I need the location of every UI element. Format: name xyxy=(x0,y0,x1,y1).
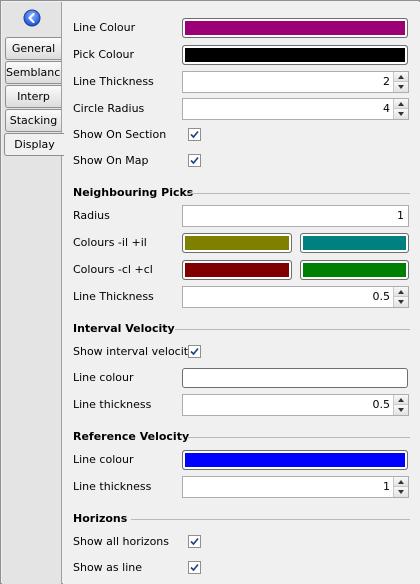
radius-input[interactable]: 1 xyxy=(182,205,409,227)
show-all-horizons-checkbox[interactable] xyxy=(188,535,201,548)
radius-label: Radius xyxy=(73,209,110,222)
section-divider xyxy=(131,519,410,520)
spin-up-icon[interactable] xyxy=(394,395,408,405)
spin-down-icon[interactable] xyxy=(394,297,408,307)
spin-down-icon[interactable] xyxy=(394,487,408,497)
interval-velocity-header: Interval Velocity xyxy=(73,322,175,335)
plus-il-colour-swatch[interactable] xyxy=(300,233,409,253)
show-as-line-checkbox[interactable] xyxy=(188,561,201,574)
interval-line-thickness-spinner[interactable]: 0.5 xyxy=(182,394,409,416)
line-colour-label: Line Colour xyxy=(73,21,136,34)
minus-il-colour-swatch[interactable] xyxy=(182,233,292,253)
tab-stacking[interactable]: Stacking xyxy=(5,109,61,132)
checkmark-icon xyxy=(190,156,199,165)
interval-line-thickness-label: Line thickness xyxy=(73,398,152,411)
spin-up-icon[interactable] xyxy=(394,477,408,487)
circle-radius-value: 4 xyxy=(383,102,390,115)
show-all-horizons-label: Show all horizons xyxy=(73,535,170,548)
line-thickness-label: Line Thickness xyxy=(73,75,154,88)
show-on-section-checkbox[interactable] xyxy=(188,128,201,141)
reference-line-thickness-value: 1 xyxy=(383,480,390,493)
neighbour-line-thickness-value: 0.5 xyxy=(372,290,391,303)
show-interval-velocity-checkbox[interactable] xyxy=(188,345,201,358)
tab-general[interactable]: General xyxy=(5,37,61,60)
circle-radius-label: Circle Radius xyxy=(73,102,145,115)
back-button[interactable] xyxy=(23,9,41,27)
section-divider xyxy=(187,193,410,194)
spin-down-icon[interactable] xyxy=(394,405,408,415)
colours-il-label: Colours -il +il xyxy=(73,236,147,249)
reference-line-thickness-label: Line thickness xyxy=(73,480,152,493)
line-colour-swatch[interactable] xyxy=(182,18,408,38)
checkmark-icon xyxy=(190,537,199,546)
back-arrow-icon xyxy=(23,9,41,27)
tab-interp[interactable]: Interp xyxy=(5,85,61,108)
reference-line-thickness-spinner[interactable]: 1 xyxy=(182,476,409,498)
show-on-map-label: Show On Map xyxy=(73,154,149,167)
interval-line-colour-label: Line colour xyxy=(73,371,134,384)
display-settings-panel: Line Colour Pick Colour Line Thickness 2… xyxy=(63,2,420,584)
spin-down-icon[interactable] xyxy=(394,82,408,92)
reference-line-colour-swatch[interactable] xyxy=(182,450,408,470)
tab-semblance[interactable]: Semblance xyxy=(5,61,61,84)
reference-line-colour-label: Line colour xyxy=(73,453,134,466)
show-as-line-label: Show as line xyxy=(73,561,142,574)
checkmark-icon xyxy=(190,563,199,572)
circle-radius-spinner[interactable]: 4 xyxy=(182,98,409,120)
spin-up-icon[interactable] xyxy=(394,287,408,297)
section-divider xyxy=(187,437,410,438)
tab-display[interactable]: Display xyxy=(4,133,64,156)
show-on-section-label: Show On Section xyxy=(73,128,167,141)
minus-cl-colour-swatch[interactable] xyxy=(182,260,292,280)
neighbouring-picks-header: Neighbouring Picks xyxy=(73,186,194,199)
pick-colour-label: Pick Colour xyxy=(73,48,135,61)
interval-line-thickness-value: 0.5 xyxy=(372,398,391,411)
neighbour-line-thickness-spinner[interactable]: 0.5 xyxy=(182,286,409,308)
show-on-map-checkbox[interactable] xyxy=(188,154,201,167)
spin-up-icon[interactable] xyxy=(394,99,408,109)
checkmark-icon xyxy=(190,347,199,356)
interval-line-colour-swatch[interactable] xyxy=(182,368,408,388)
spin-down-icon[interactable] xyxy=(394,109,408,119)
tab-strip: General Semblance Interp Stacking Displa… xyxy=(2,2,64,584)
plus-cl-colour-swatch[interactable] xyxy=(300,260,409,280)
show-interval-velocity-label: Show interval velocity xyxy=(73,345,195,358)
horizons-header: Horizons xyxy=(73,512,128,525)
reference-velocity-header: Reference Velocity xyxy=(73,430,190,443)
line-thickness-value: 2 xyxy=(383,75,390,88)
checkmark-icon xyxy=(190,130,199,139)
neighbour-line-thickness-label: Line Thickness xyxy=(73,290,154,303)
window-frame: General Semblance Interp Stacking Displa… xyxy=(0,0,420,584)
line-thickness-spinner[interactable]: 2 xyxy=(182,71,409,93)
section-divider xyxy=(175,329,410,330)
colours-cl-label: Colours -cl +cl xyxy=(73,263,153,276)
pick-colour-swatch[interactable] xyxy=(182,45,408,65)
spin-up-icon[interactable] xyxy=(394,72,408,82)
